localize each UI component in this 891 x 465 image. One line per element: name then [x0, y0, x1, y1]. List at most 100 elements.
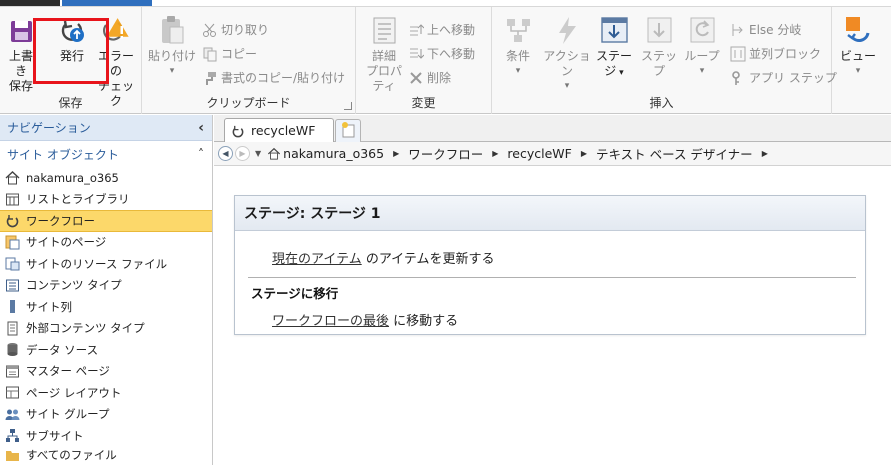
- save-label-2: 保存: [8, 79, 33, 93]
- nav-item-label: ワークフロー: [26, 213, 95, 228]
- parallel-block-label: 並列ブロック: [749, 47, 822, 61]
- action-update-item[interactable]: 現在のアイテム のアイテムを更新する: [272, 248, 495, 267]
- step-button[interactable]: ステップ: [638, 13, 680, 79]
- group-icon: [5, 409, 20, 420]
- loop-dropdown-icon[interactable]: ▾: [684, 64, 720, 79]
- nav-item-master-pages[interactable]: マスター ページ: [0, 361, 212, 383]
- stage-button[interactable]: ステー ジ ▾: [596, 13, 632, 81]
- nav-item-site[interactable]: nakamura_o365: [0, 167, 212, 189]
- condition-button[interactable]: 条件 ▾: [500, 13, 536, 79]
- action-button[interactable]: アクション ▾: [540, 13, 594, 94]
- end-of-workflow-link[interactable]: ワークフローの最後: [272, 314, 389, 329]
- delete-icon: [408, 70, 424, 86]
- nav-item-site-assets[interactable]: サイトのリソース ファイル: [0, 253, 212, 275]
- insert-group: 条件 ▾ アクション ▾ ステー ジ ▾ ステップ ループ ▾ Else 分岐 …: [492, 7, 837, 114]
- nav-item-external-content-types[interactable]: 外部コンテンツ タイプ: [0, 318, 212, 340]
- nav-item-all-files[interactable]: すべてのファイル: [0, 447, 212, 461]
- site-columns-icon: [10, 300, 15, 314]
- stage-header[interactable]: ステージ: ステージ 1: [235, 196, 865, 231]
- stage-dropdown-icon[interactable]: ▾: [616, 68, 624, 78]
- loop-button[interactable]: ループ ▾: [684, 13, 720, 79]
- current-item-link[interactable]: 現在のアイテム: [272, 252, 362, 267]
- paste-button[interactable]: 貼り付け ▾: [148, 13, 196, 79]
- home-icon: [268, 147, 281, 160]
- scissors-icon: [202, 22, 218, 38]
- format-painter-label: 書式のコピー/貼り付け: [221, 71, 346, 85]
- forward-button[interactable]: ▶: [235, 146, 250, 161]
- history-dropdown-icon[interactable]: ▼: [255, 149, 261, 158]
- stage-block[interactable]: ステージ: ステージ 1 現在のアイテム のアイテムを更新する ステージに移行 …: [234, 195, 866, 335]
- delete-button[interactable]: 削除: [408, 69, 451, 86]
- nav-item-lists-libraries[interactable]: リストとライブラリ: [0, 189, 212, 211]
- details-properties-button[interactable]: 詳細 プロパティ: [360, 13, 408, 94]
- paste-dropdown-icon[interactable]: ▾: [148, 64, 196, 79]
- new-tab-button[interactable]: [335, 119, 361, 142]
- app-step-label: アプリ ステップ: [749, 71, 837, 85]
- step-label: ステップ: [640, 49, 677, 78]
- condition-icon: [507, 19, 530, 42]
- action-go-to-text: に移動する: [389, 314, 459, 329]
- collapse-pane-icon[interactable]: ‹: [198, 120, 204, 136]
- stage-label-1: ステー: [596, 49, 633, 63]
- copy-icon: [202, 46, 218, 62]
- breadcrumb-site[interactable]: nakamura_o365: [283, 146, 384, 161]
- workflow-icon: [6, 215, 19, 228]
- else-branch-button[interactable]: Else 分岐: [730, 21, 801, 38]
- app-step-button[interactable]: アプリ ステップ: [730, 69, 837, 86]
- site-pages-icon: [5, 235, 20, 250]
- format-painter-icon: [202, 70, 218, 86]
- details-label-1: 詳細: [371, 49, 396, 63]
- format-painter-button[interactable]: 書式のコピー/貼り付け: [202, 69, 345, 86]
- step-icon: [647, 17, 672, 43]
- action-go-to[interactable]: ワークフローの最後 に移動する: [272, 310, 458, 329]
- view-button[interactable]: ビュー ▾: [840, 13, 876, 79]
- parallel-block-button[interactable]: 並列ブロック: [730, 45, 821, 62]
- nav-item-label: nakamura_o365: [26, 170, 119, 185]
- breadcrumb-recyclewf[interactable]: recycleWF: [507, 146, 571, 161]
- condition-dropdown-icon[interactable]: ▾: [500, 64, 536, 79]
- nav-item-page-layouts[interactable]: ページ レイアウト: [0, 382, 212, 404]
- condition-label: 条件: [505, 49, 530, 63]
- folder-icon: [6, 450, 19, 461]
- loop-label: ループ: [684, 49, 720, 63]
- master-page-icon: [6, 365, 19, 378]
- nav-item-label: データ ソース: [26, 342, 99, 357]
- site-objects-section[interactable]: サイト オブジェクト ˄: [0, 141, 212, 167]
- site-objects-title: サイト オブジェクト: [7, 147, 119, 162]
- nav-item-subsites[interactable]: サブサイト: [0, 425, 212, 447]
- stage-label-2: ジ: [604, 64, 617, 78]
- save-label-1: 上書き: [8, 49, 33, 78]
- nav-item-site-columns[interactable]: サイト列: [0, 296, 212, 318]
- back-button[interactable]: ◀: [218, 146, 233, 161]
- move-up-button[interactable]: 上へ移動: [408, 21, 475, 38]
- copy-label: コピー: [221, 47, 258, 61]
- new-page-icon: [342, 122, 355, 138]
- app-step-icon: [730, 70, 746, 86]
- chevron-up-icon[interactable]: ˄: [198, 147, 204, 161]
- nav-item-site-groups[interactable]: サイト グループ: [0, 404, 212, 426]
- tab-recyclewf[interactable]: recycleWF: [224, 118, 334, 142]
- paste-icon: [162, 16, 184, 44]
- copy-button[interactable]: コピー: [202, 45, 257, 62]
- cut-button[interactable]: 切り取り: [202, 21, 269, 38]
- move-down-icon: [408, 46, 425, 62]
- site-assets-icon: [5, 257, 20, 271]
- move-up-label: 上へ移動: [427, 23, 476, 37]
- nav-item-content-types[interactable]: コンテンツ タイプ: [0, 275, 212, 297]
- action-dropdown-icon[interactable]: ▾: [540, 79, 594, 94]
- else-branch-label: Else 分岐: [749, 23, 802, 37]
- clipboard-launcher-icon[interactable]: [344, 102, 352, 110]
- breadcrumb-workflows[interactable]: ワークフロー: [408, 144, 483, 163]
- nav-item-label: リストとライブラリ: [26, 192, 130, 207]
- list-icon: [6, 193, 19, 206]
- database-icon: [7, 343, 18, 357]
- loop-icon: [690, 17, 715, 43]
- view-dropdown-icon[interactable]: ▾: [840, 64, 876, 79]
- else-branch-icon: [730, 22, 746, 38]
- breadcrumb-text-designer[interactable]: テキスト ベース デザイナー: [596, 144, 753, 163]
- nav-item-label: サイト グループ: [26, 407, 110, 422]
- move-down-button[interactable]: 下へ移動: [408, 45, 475, 62]
- nav-item-site-pages[interactable]: サイトのページ: [0, 232, 212, 254]
- nav-item-workflows[interactable]: ワークフロー: [0, 210, 212, 232]
- nav-item-data-sources[interactable]: データ ソース: [0, 339, 212, 361]
